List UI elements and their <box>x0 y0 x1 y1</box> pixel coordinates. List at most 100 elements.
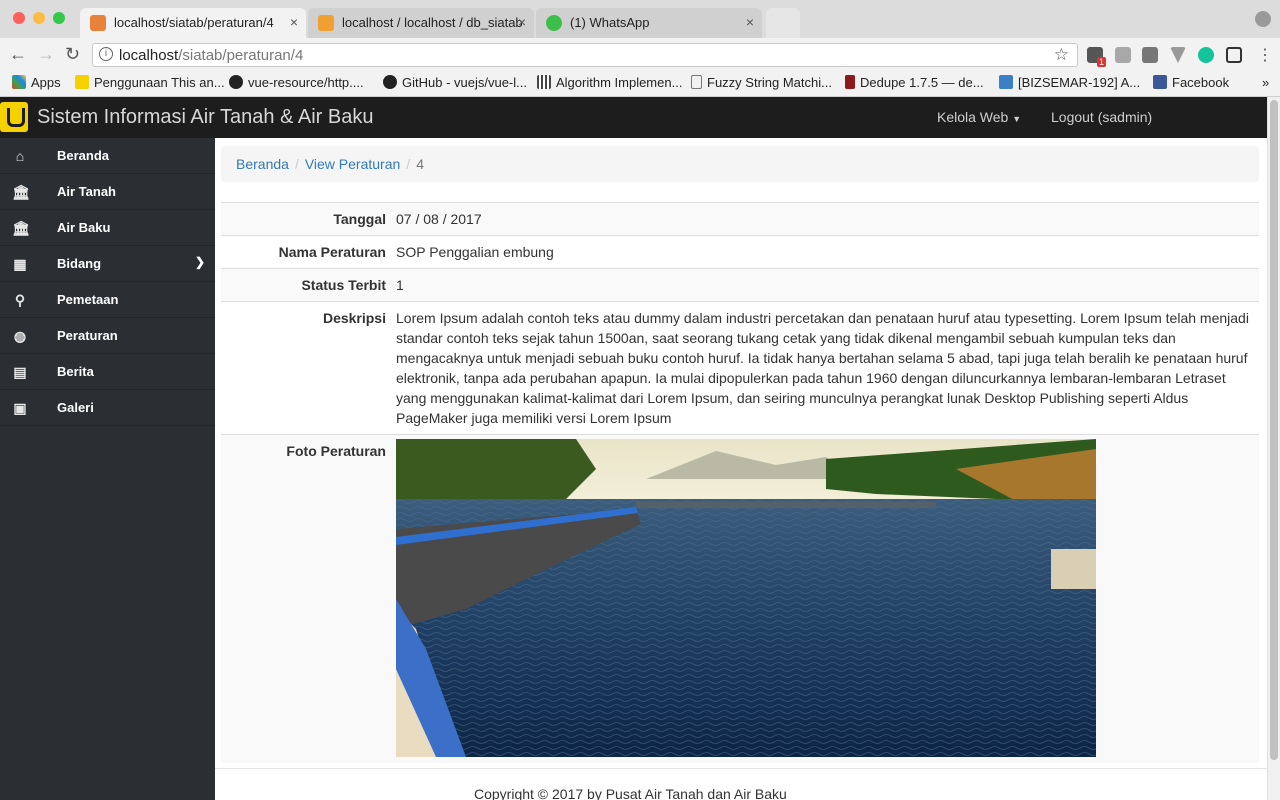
scrollbar-thumb[interactable] <box>1270 100 1278 760</box>
maximize-window-button[interactable] <box>53 12 65 24</box>
vue-devtools-icon[interactable] <box>1170 47 1186 63</box>
stripes-icon <box>537 75 551 89</box>
tab-title: (1) WhatsApp <box>570 15 650 30</box>
new-tab-button[interactable] <box>766 8 800 38</box>
nama-label: Nama Peraturan <box>221 235 391 269</box>
browser-tabstrip: localhost/siatab/peraturan/4 × localhost… <box>0 0 1280 42</box>
footer-copyright: Copyright © 2017 by Pusat Air Tanah dan … <box>474 786 787 800</box>
bookmark-vue-resource[interactable]: vue-resource/http.... <box>229 75 364 90</box>
browser-tab-siatab[interactable]: localhost/siatab/peraturan/4 × <box>80 8 306 38</box>
chevron-down-icon[interactable]: ❯ <box>195 255 205 269</box>
address-bar[interactable]: i localhost/siatab/peraturan/4 ☆ <box>92 43 1078 67</box>
bookmark-bizsemar[interactable]: [BIZSEMAR-192] A... <box>999 75 1140 90</box>
sidebar-item-galeri[interactable]: ▣ Galeri <box>0 390 215 426</box>
photo-tower <box>1051 549 1096 589</box>
foto-cell <box>391 434 1259 763</box>
photo-dam-line <box>636 502 936 508</box>
apps-grid-icon <box>12 75 26 89</box>
main-content: Beranda / View Peraturan / 4 Tanggal 07 / 08… <box>215 138 1267 800</box>
browser-tab-whatsapp[interactable]: (1) WhatsApp × <box>536 8 762 38</box>
bookmark-star-icon[interactable]: ☆ <box>1054 45 1069 65</box>
close-window-button[interactable] <box>13 12 25 24</box>
sidebar-item-berita[interactable]: ▤ Berita <box>0 354 215 390</box>
bookmark-apps[interactable]: Apps <box>12 75 61 90</box>
sidebar-item-peraturan[interactable]: ◍ Peraturan <box>0 318 215 354</box>
bookmark-fuzzy[interactable]: Fuzzy String Matchi... <box>691 75 832 90</box>
globe-icon: ◍ <box>13 328 27 344</box>
bookmark-algorithm[interactable]: Algorithm Implemen... <box>537 75 682 90</box>
back-arrow-icon[interactable]: ← <box>9 44 27 65</box>
tab-favicon-icon <box>90 15 106 31</box>
page-scrollbar[interactable] <box>1267 97 1280 800</box>
regulation-detail-table: Tanggal 07 / 08 / 2017 Nama Peraturan SO… <box>221 202 1259 763</box>
kelola-web-dropdown[interactable]: Kelola Web ▼ <box>937 109 1021 125</box>
whatsapp-favicon-icon <box>546 15 562 31</box>
menu-dots-icon[interactable]: ⋮ <box>1257 45 1273 65</box>
extension-badge-icon[interactable]: 1 <box>1087 47 1106 67</box>
breadcrumb-separator: / <box>406 156 411 172</box>
app-brand[interactable]: Sistem Informasi Air Tanah & Air Baku <box>37 106 373 129</box>
breadcrumb-current: 4 <box>416 156 424 172</box>
bookmark-dedupe[interactable]: Dedupe 1.7.5 — de... <box>845 75 984 90</box>
breadcrumb-home-link[interactable]: Beranda <box>236 156 289 172</box>
home-icon: ⌂ <box>15 148 25 164</box>
close-tab-icon[interactable]: × <box>746 14 754 30</box>
pu-logo-icon[interactable] <box>0 102 28 132</box>
facebook-icon <box>1153 75 1167 89</box>
sidebar: ⌂ Beranda 🏛 Air Tanah 🏛 Air Baku ▦ Bidan… <box>0 138 215 800</box>
bank-icon: 🏛 <box>12 220 30 236</box>
qr-code-icon[interactable] <box>1142 47 1158 63</box>
forward-arrow-icon[interactable]: → <box>37 44 55 65</box>
e-logo-icon <box>75 75 89 89</box>
minimize-window-button[interactable] <box>33 12 45 24</box>
sidebar-item-air-baku[interactable]: 🏛 Air Baku <box>0 210 215 246</box>
bank-icon: 🏛 <box>12 184 30 200</box>
bookmarks-bar: Apps Penggunaan This an... vue-resource/… <box>0 72 1280 97</box>
github-icon <box>229 75 243 89</box>
cube-icon[interactable] <box>1226 47 1242 63</box>
close-tab-icon[interactable]: × <box>518 14 526 30</box>
tab-title: localhost/siatab/peraturan/4 <box>114 15 274 30</box>
deskripsi-label: Deskripsi <box>221 301 391 435</box>
breadcrumb-section-link[interactable]: View Peraturan <box>305 156 400 172</box>
bookmark-penggunaan[interactable]: Penggunaan This an... <box>75 75 225 90</box>
table-row: Nama Peraturan SOP Penggalian embung <box>221 235 1259 269</box>
grammarly-icon[interactable] <box>1198 47 1214 63</box>
table-row: Deskripsi Lorem Ipsum adalah contoh teks… <box>221 301 1259 435</box>
breadcrumb: Beranda / View Peraturan / 4 <box>221 146 1259 182</box>
status-value: 1 <box>391 268 1259 302</box>
camera-icon[interactable] <box>1115 47 1131 63</box>
table-row: Status Terbit 1 <box>221 268 1259 302</box>
tanggal-value: 07 / 08 / 2017 <box>391 202 1259 236</box>
sidebar-item-air-tanah[interactable]: 🏛 Air Tanah <box>0 174 215 210</box>
bookmark-facebook[interactable]: Facebook <box>1153 75 1229 90</box>
dedupe-icon <box>845 75 855 89</box>
jira-icon <box>999 75 1013 89</box>
foto-label: Foto Peraturan <box>221 434 391 763</box>
sidebar-item-bidang[interactable]: ▦ Bidang ❯ <box>0 246 215 282</box>
deskripsi-value: Lorem Ipsum adalah contoh teks atau dumm… <box>391 301 1259 435</box>
status-label: Status Terbit <box>221 268 391 302</box>
table-row: Tanggal 07 / 08 / 2017 <box>221 202 1259 236</box>
browser-tab-phpmyadmin[interactable]: localhost / localhost / db_siatab × <box>308 8 534 38</box>
sidebar-item-pemetaan[interactable]: ⚲ Pemetaan <box>0 282 215 318</box>
logout-link[interactable]: Logout (sadmin) <box>1051 109 1152 125</box>
info-icon[interactable]: i <box>99 47 113 61</box>
bookmark-github-vuejs[interactable]: GitHub - vuejs/vue-l... <box>383 75 527 90</box>
profile-icon[interactable] <box>1255 11 1271 27</box>
reload-icon[interactable]: ↻ <box>65 44 80 65</box>
bookmarks-overflow-icon[interactable]: » <box>1262 75 1269 90</box>
table-row: Foto Peraturan <box>221 434 1259 763</box>
app-header: Sistem Informasi Air Tanah & Air Baku Ke… <box>0 97 1267 138</box>
nama-value: SOP Penggalian embung <box>391 235 1259 269</box>
sidebar-item-beranda[interactable]: ⌂ Beranda <box>0 138 215 174</box>
tanggal-label: Tanggal <box>221 202 391 236</box>
url-path: /siatab/peraturan/4 <box>178 47 304 64</box>
caret-down-icon: ▼ <box>1012 114 1022 124</box>
close-tab-icon[interactable]: × <box>290 14 298 30</box>
newspaper-icon: ▤ <box>13 364 27 380</box>
page-icon <box>691 75 702 89</box>
building-icon: ▦ <box>13 256 27 272</box>
github-icon <box>383 75 397 89</box>
footer-divider <box>215 768 1267 769</box>
